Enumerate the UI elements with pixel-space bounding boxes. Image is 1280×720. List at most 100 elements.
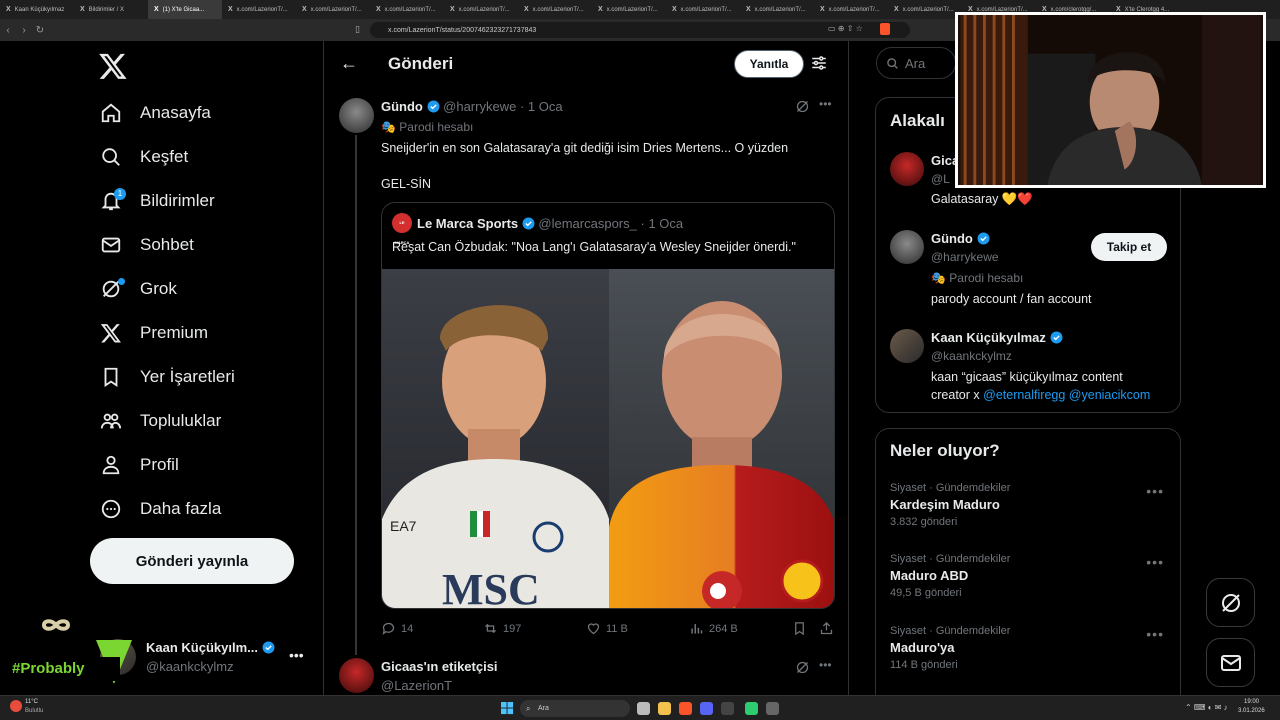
sidebar-item-label: Premium [140, 323, 209, 342]
related-avatar-2[interactable] [890, 230, 924, 264]
account-name[interactable]: Kaan Küçükyılm... [146, 640, 275, 655]
grok-icon[interactable] [795, 99, 810, 114]
trend-more-icon[interactable]: ••• [1146, 626, 1164, 642]
quote-photo[interactable]: EA7 MSC [382, 269, 835, 609]
browser-tab[interactable]: Xx.com/LazerionT/... [370, 0, 444, 19]
overlay-hashtag: #Probably [0, 657, 120, 681]
related-avatar-3[interactable] [890, 329, 924, 363]
reply-button[interactable]: Yanıtla [734, 50, 804, 78]
sidebar-item-home[interactable]: Anasayfa [100, 99, 211, 127]
related-handle-2: @harrykewe [931, 250, 999, 264]
taskbar-search[interactable]: ⌕ Ara [520, 700, 630, 717]
sidebar-item-communities[interactable]: Topluluklar [100, 407, 221, 435]
file-explorer-icon[interactable] [658, 702, 671, 715]
browser-tab[interactable]: X Kaan Küçükyılmaz [0, 0, 74, 19]
related-name-line-2: Gündo [931, 231, 990, 246]
browser-tab[interactable]: Xx.com/LazerionT/... [888, 0, 962, 19]
repost-action[interactable]: 197 [483, 621, 521, 636]
browser-tab[interactable]: X Bildirimler / X [74, 0, 148, 19]
messages-fab-button[interactable] [1206, 638, 1255, 687]
clock-time[interactable]: 19:00 [1244, 699, 1259, 705]
settings-icon[interactable] [766, 702, 779, 715]
reply-author-name[interactable]: Gicaas'ın etiketçisi [381, 659, 498, 674]
reload-icon[interactable]: ↻ [32, 25, 48, 36]
grok-icon[interactable] [795, 660, 810, 675]
browser-tab[interactable]: Xx.com/LazerionT/... [814, 0, 888, 19]
browser-tab[interactable]: Xx.com/LazerionT/... [592, 0, 666, 19]
quote-author-avatar: LE MARCA [392, 213, 412, 245]
search-input[interactable]: Ara [876, 47, 956, 79]
back-arrow-icon[interactable]: ‹ [0, 25, 16, 36]
back-arrow-icon[interactable]: ← [340, 53, 358, 74]
mention-link-yeniacik[interactable]: @yeniacikcom [1069, 388, 1150, 402]
browser-tab[interactable]: Xx.com/LazerionT/... [296, 0, 370, 19]
x-logo-icon[interactable] [98, 51, 128, 81]
related-name-3[interactable]: Kaan Küçükyılmaz [931, 330, 1046, 345]
tweet-date[interactable]: 1 Oca [528, 99, 563, 114]
sidebar-item-messages[interactable]: Sohbet [100, 231, 194, 259]
browser-tab[interactable]: Xx.com/LazerionT/... [222, 0, 296, 19]
browser-tab-label: (1) X'te Gicaa... [162, 6, 205, 13]
follow-button[interactable]: Takip et [1091, 233, 1167, 261]
reply-author-handle[interactable]: @LazerionT [381, 678, 452, 693]
tweet-more-icon[interactable]: ••• [819, 97, 832, 111]
tray-icons[interactable]: ⌃ ⌨ ◐ ✉ ♪ [1185, 703, 1228, 712]
clock-date[interactable]: 3.01.2026 [1238, 708, 1265, 714]
brave-shield-icon[interactable] [880, 23, 890, 35]
browser-tab[interactable]: Xx.com/LazerionT/... [518, 0, 592, 19]
browser-tab[interactable]: X (1) X'te Gicaa... [148, 0, 222, 19]
sidebar-item-bookmarks[interactable]: Yer İşaretleri [100, 363, 235, 391]
like-action[interactable]: 11 B [586, 621, 628, 636]
tweet-author-name[interactable]: Gündo [381, 99, 423, 114]
bookmark-page-icon[interactable]: ▯ [355, 24, 360, 35]
brave-browser-icon[interactable] [679, 702, 692, 715]
trend-item[interactable]: Siyaset · Gündemdekiler Maduro'ya 114 B … [890, 625, 1010, 671]
bookmark-icon [104, 367, 118, 387]
views-action[interactable]: 264 B [689, 621, 738, 636]
sidebar-item-grok[interactable]: Grok [100, 275, 177, 303]
browser-toolbar-icons[interactable]: ▭ ⊕ ⇧ ☆ [828, 24, 863, 33]
sidebar-item-more[interactable]: Daha fazla [100, 495, 221, 523]
grok-fab-button[interactable] [1206, 578, 1255, 627]
sidebar-item-premium[interactable]: Premium [100, 319, 208, 347]
trend-more-icon[interactable]: ••• [1146, 554, 1164, 570]
browser-tab[interactable]: Xx.com/LazerionT/... [444, 0, 518, 19]
windows-start-icon[interactable] [501, 702, 514, 715]
post-button[interactable]: Gönderi yayınla [90, 538, 294, 584]
browser-tab[interactable]: Xx.com/LazerionT/... [666, 0, 740, 19]
bookmark-icon[interactable] [792, 621, 807, 636]
sidebar-item-notifications[interactable]: 1 Bildirimler [100, 187, 215, 215]
forward-arrow-icon[interactable]: › [16, 25, 32, 36]
reply-action[interactable]: 14 [381, 621, 413, 636]
weather-desc: Bulutlu [25, 708, 44, 714]
app-icon[interactable] [745, 702, 758, 715]
reply-more-icon[interactable]: ••• [819, 658, 832, 672]
task-view-icon[interactable] [637, 702, 650, 715]
sidebar-item-profile[interactable]: Profil [100, 451, 179, 479]
related-avatar-1[interactable] [890, 152, 924, 186]
quote-tweet-card[interactable]: LE MARCA Le Marca Sports @lemarcaspors_ … [381, 202, 835, 609]
browser-tab[interactable]: Xx.com/LazerionT/... [740, 0, 814, 19]
tweet-author-handle[interactable]: @harrykewe [443, 99, 516, 114]
weather-icon[interactable] [10, 700, 22, 712]
account-menu-icon[interactable]: ••• [289, 647, 304, 663]
mention-link-eternalfire[interactable]: @eternalfiregg [983, 388, 1065, 402]
sidebar-item-label: Topluluklar [140, 411, 222, 430]
trend-item[interactable]: Siyaset · Gündemdekiler Maduro ABD 49,5 … [890, 553, 1010, 599]
sidebar-item-explore[interactable]: Keşfet [100, 143, 188, 171]
trend-item[interactable]: Siyaset · Gündemdekiler Kardeşim Maduro … [890, 482, 1010, 528]
tweet-text-line-2: GEL-SİN [381, 177, 432, 191]
trend-count: 114 B gönderi [890, 659, 958, 671]
browser-tab-label: Bildirimler / X [88, 6, 125, 13]
discord-icon[interactable] [700, 702, 713, 715]
trend-more-icon[interactable]: ••• [1146, 483, 1164, 499]
related-name-2[interactable]: Gündo [931, 231, 973, 246]
share-icon[interactable] [819, 621, 834, 636]
obs-icon[interactable] [721, 702, 734, 715]
views-count: 264 B [709, 622, 738, 635]
tweet-author-avatar[interactable] [339, 98, 374, 133]
browser-tab-label: x.com/LazerionT/... [754, 6, 806, 13]
filter-settings-icon[interactable] [810, 54, 828, 72]
reply-author-avatar[interactable] [339, 658, 374, 693]
reply-count: 14 [401, 622, 414, 635]
